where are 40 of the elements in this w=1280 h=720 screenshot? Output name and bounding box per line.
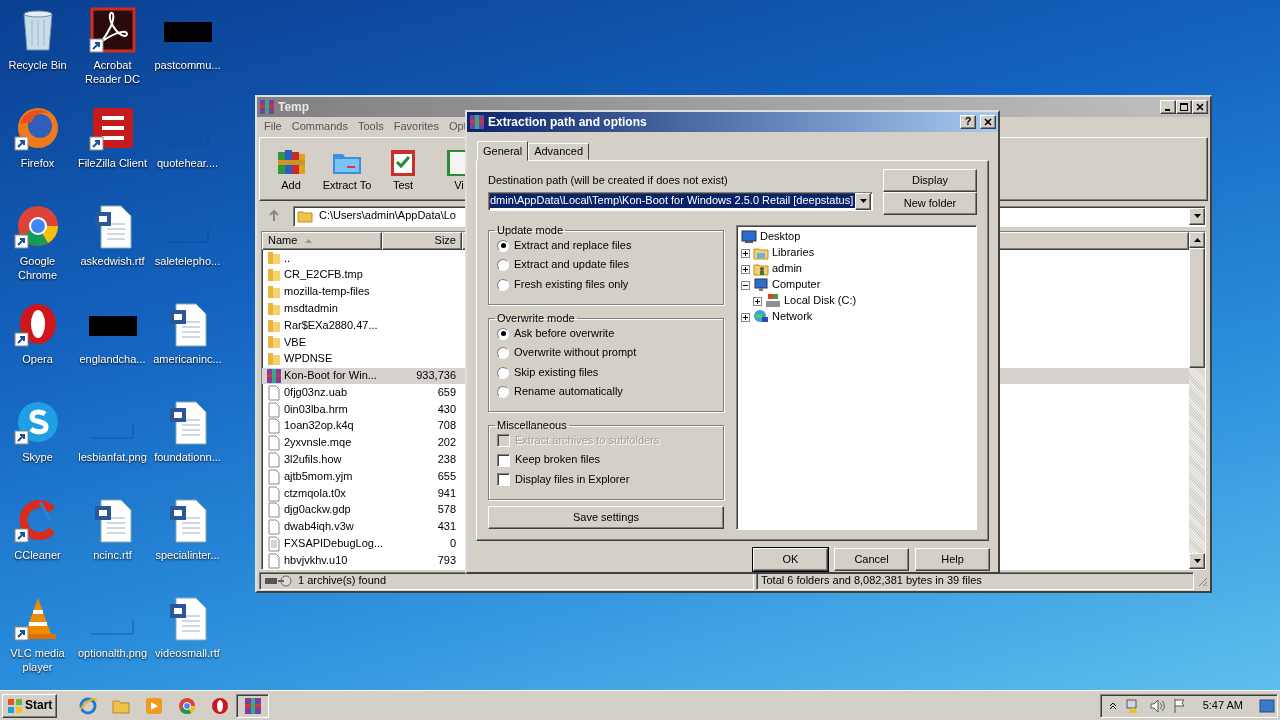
file-name: 0fjg03nz.uab: [284, 385, 347, 400]
file-name: hbvjvkhv.u10: [284, 553, 348, 568]
file-size: 793: [436, 553, 457, 568]
file-name: mozilla-temp-files: [284, 285, 370, 299]
file-name: 0in03lba.hrm: [284, 402, 348, 417]
file-size: 941: [436, 486, 457, 501]
file-size: 430: [436, 402, 457, 417]
file-size: 708: [436, 419, 457, 434]
file-name: Rar$EXa2880.47...: [284, 318, 378, 333]
file-size: 655: [436, 469, 457, 484]
file-size: 238: [436, 453, 457, 467]
file-size: 578: [436, 503, 457, 518]
file-name: 2yxvnsle.mqe: [284, 436, 352, 451]
address-text: C:\Users\admin\AppData\Lo: [319, 209, 456, 223]
file-name: CR_E2CFB.tmp: [284, 268, 363, 283]
file-name: WPDNSE: [284, 352, 333, 367]
file-size: 933,736: [415, 369, 457, 383]
file-name: FXSAPIDebugLog...: [284, 537, 384, 551]
file-name: 3l2ufils.how: [284, 453, 342, 467]
file-name: ajtb5mom.yjm: [284, 469, 353, 484]
file-size: 659: [436, 385, 457, 400]
status-text: Total 6 folders and 8,082,381 bytes in 39 files: [761, 574, 982, 588]
file-name: dwab4iqh.v3w: [284, 520, 354, 534]
status-text: 1 archive(s) found: [298, 574, 387, 588]
file-size: 202: [436, 436, 457, 451]
group-title: Miscellaneous: [496, 420, 568, 431]
file-name: ..: [284, 251, 291, 266]
group-title: Overwrite mode: [496, 313, 576, 324]
file-name: 1oan32op.k4q: [284, 419, 354, 434]
file-name: ctzmqola.t0x: [284, 486, 346, 501]
file-name: djg0ackw.gdp: [284, 503, 351, 518]
file-size: 0: [448, 537, 457, 551]
file-name: VBE: [284, 335, 306, 350]
file-name: Kon-Boot for Win...: [284, 369, 377, 383]
window-title: Temp: [278, 99, 310, 115]
group-title: Update mode: [496, 225, 565, 236]
file-name: msdtadmin: [284, 301, 338, 316]
dialog-title: Extraction path and options: [488, 114, 647, 130]
file-size: 431: [436, 520, 457, 534]
field-label: Destination path (will be created if does not exist): [488, 174, 729, 188]
